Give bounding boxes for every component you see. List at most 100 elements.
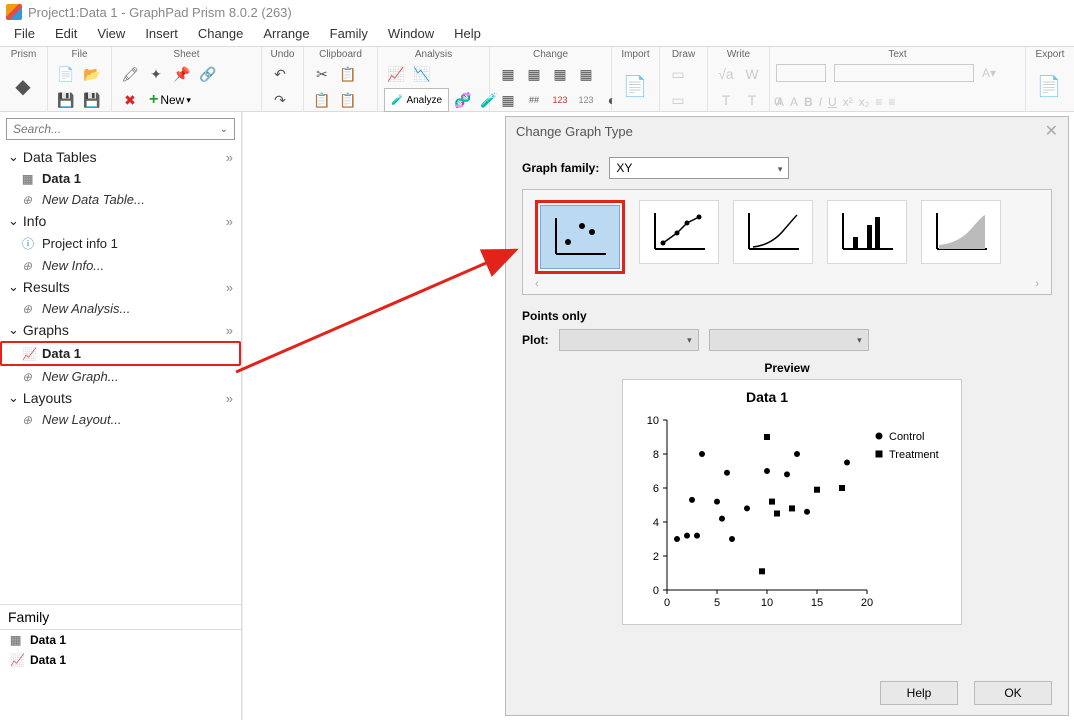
search-input[interactable]: ⌄: [6, 118, 235, 140]
svg-text:10: 10: [761, 597, 773, 609]
paste-icon[interactable]: 📋: [310, 88, 334, 112]
undo-icon[interactable]: ↶: [268, 62, 292, 86]
pin-icon[interactable]: 📌: [170, 62, 194, 86]
format123b-icon[interactable]: 123: [574, 88, 598, 112]
open-file-icon[interactable]: 📂: [80, 62, 104, 86]
menu-insert[interactable]: Insert: [135, 24, 188, 46]
ribbon-group-prism: Prism: [6, 49, 41, 60]
prism-icon[interactable]: ◆: [6, 68, 40, 106]
chevron-down-icon[interactable]: ⌄: [220, 124, 228, 135]
size-up-icon: A: [776, 95, 784, 109]
thumb-bar[interactable]: [827, 200, 907, 264]
fit-line-icon[interactable]: 📈: [384, 62, 408, 86]
window-title: Project1:Data 1 - GraphPad Prism 8.0.2 (…: [28, 5, 292, 20]
help-button[interactable]: Help: [880, 681, 958, 705]
new-graph[interactable]: ⊕New Graph...: [0, 366, 241, 387]
thumb-area[interactable]: [921, 200, 1001, 264]
change-graph-type-dialog: Change Graph Type ✕ Graph family: XY: [505, 116, 1069, 716]
change3-icon[interactable]: ▦: [548, 62, 572, 86]
write-w-icon: W: [740, 62, 764, 86]
scroll-left-icon[interactable]: ‹: [535, 278, 539, 290]
fit-curve-icon[interactable]: 📉: [410, 62, 434, 86]
section-graphs[interactable]: ⌄Graphs»: [0, 319, 241, 341]
scroll-right-icon[interactable]: ›: [1035, 278, 1039, 290]
thumb-points-only[interactable]: [540, 205, 620, 269]
save-icon[interactable]: 💾: [54, 88, 78, 112]
graph-family-select[interactable]: XY: [609, 157, 789, 179]
plot-label: Plot:: [522, 333, 549, 347]
ribbon-group-clipboard: Clipboard: [310, 49, 371, 60]
change2-icon[interactable]: ▦: [522, 62, 546, 86]
paste-special-icon[interactable]: 📋: [336, 88, 360, 112]
info-item[interactable]: ⓘProject info 1: [0, 232, 241, 255]
menu-help[interactable]: Help: [444, 24, 491, 46]
format123-icon[interactable]: 123: [548, 88, 572, 112]
plus-circle-icon: ⊕: [22, 259, 36, 273]
chevron-down-icon: [778, 161, 783, 175]
new-data-table[interactable]: ⊕New Data Table...: [0, 189, 241, 210]
font-color-icon: A▾: [982, 66, 996, 80]
menu-window[interactable]: Window: [378, 24, 444, 46]
text-t-icon: T: [714, 88, 738, 112]
new-analysis[interactable]: ⊕New Analysis...: [0, 298, 241, 319]
table-icon: ▦: [22, 172, 36, 186]
ribbon-group-undo: Undo: [268, 49, 297, 60]
ribbon-group-import: Import: [618, 49, 653, 60]
new-layout[interactable]: ⊕New Layout...: [0, 409, 241, 430]
close-icon[interactable]: ✕: [1045, 121, 1058, 141]
font-family-select: [834, 64, 974, 82]
plot-select-2[interactable]: [709, 329, 869, 351]
new-sheet-button[interactable]: +New▾: [144, 88, 196, 112]
star-icon[interactable]: ✦: [144, 62, 168, 86]
svg-text:10: 10: [647, 415, 659, 427]
import-xml-icon[interactable]: 📄: [618, 68, 652, 106]
decimals-icon[interactable]: ##: [522, 88, 546, 112]
italic-icon: I: [819, 95, 822, 109]
export-xml-icon[interactable]: 📄: [1032, 68, 1066, 106]
ok-button[interactable]: OK: [974, 681, 1052, 705]
delete-icon[interactable]: ✖: [118, 88, 142, 112]
list-icon: ≡: [888, 95, 895, 109]
section-info[interactable]: ⌄Info»: [0, 210, 241, 232]
svg-text:Treatment: Treatment: [889, 449, 939, 461]
cut-icon[interactable]: ✂: [310, 62, 334, 86]
preview-chart: Data 1051015200246810ControlTreatment: [622, 379, 962, 625]
menu-view[interactable]: View: [87, 24, 135, 46]
copy-icon[interactable]: 📋: [336, 62, 360, 86]
section-data-tables[interactable]: ⌄Data Tables»: [0, 146, 241, 168]
family-data[interactable]: ▦Data 1: [0, 630, 241, 650]
preview-label: Preview: [522, 361, 1052, 375]
new-file-icon[interactable]: 📄: [54, 62, 78, 86]
menu-arrange[interactable]: Arrange: [253, 24, 319, 46]
ribbon-group-sheet: Sheet: [118, 49, 255, 60]
menu-family[interactable]: Family: [320, 24, 378, 46]
graph-type-label: Points only: [522, 309, 1052, 323]
ribbon-group-change: Change: [496, 49, 605, 60]
link-icon[interactable]: 🔗: [196, 62, 220, 86]
change4-icon[interactable]: ▦: [574, 62, 598, 86]
change1-icon[interactable]: ▦: [496, 62, 520, 86]
menu-change[interactable]: Change: [188, 24, 254, 46]
menu-edit[interactable]: Edit: [45, 24, 87, 46]
family-graph[interactable]: 📈Data 1: [0, 650, 241, 670]
data-table-item[interactable]: ▦Data 1: [0, 168, 241, 189]
section-layouts[interactable]: ⌄Layouts»: [0, 387, 241, 409]
graph-icon: 📈: [22, 347, 36, 361]
info-icon: ⓘ: [22, 235, 36, 252]
size-down-icon: A: [790, 95, 798, 109]
ribbon: Prism ◆ File 📄📂 💾💾 Sheet 🖍✦📌🔗 ✖ +New▾ Un…: [0, 46, 1074, 112]
change5-icon[interactable]: ▦: [496, 88, 520, 112]
save-as-icon[interactable]: 💾: [80, 88, 104, 112]
graph-item-selected[interactable]: 📈Data 1: [0, 341, 241, 366]
thumb-line-points[interactable]: [639, 200, 719, 264]
new-info[interactable]: ⊕New Info...: [0, 255, 241, 276]
plot-select-1[interactable]: [559, 329, 699, 351]
redo-icon[interactable]: ↷: [268, 88, 292, 112]
search-field[interactable]: [13, 122, 220, 136]
analyze-button[interactable]: 🧪Analyze: [384, 88, 449, 112]
section-results[interactable]: ⌄Results»: [0, 276, 241, 298]
analysis-icon[interactable]: 🧬: [451, 88, 475, 112]
menu-file[interactable]: File: [4, 24, 45, 46]
thumb-line[interactable]: [733, 200, 813, 264]
highlight-icon[interactable]: 🖍: [118, 62, 142, 86]
